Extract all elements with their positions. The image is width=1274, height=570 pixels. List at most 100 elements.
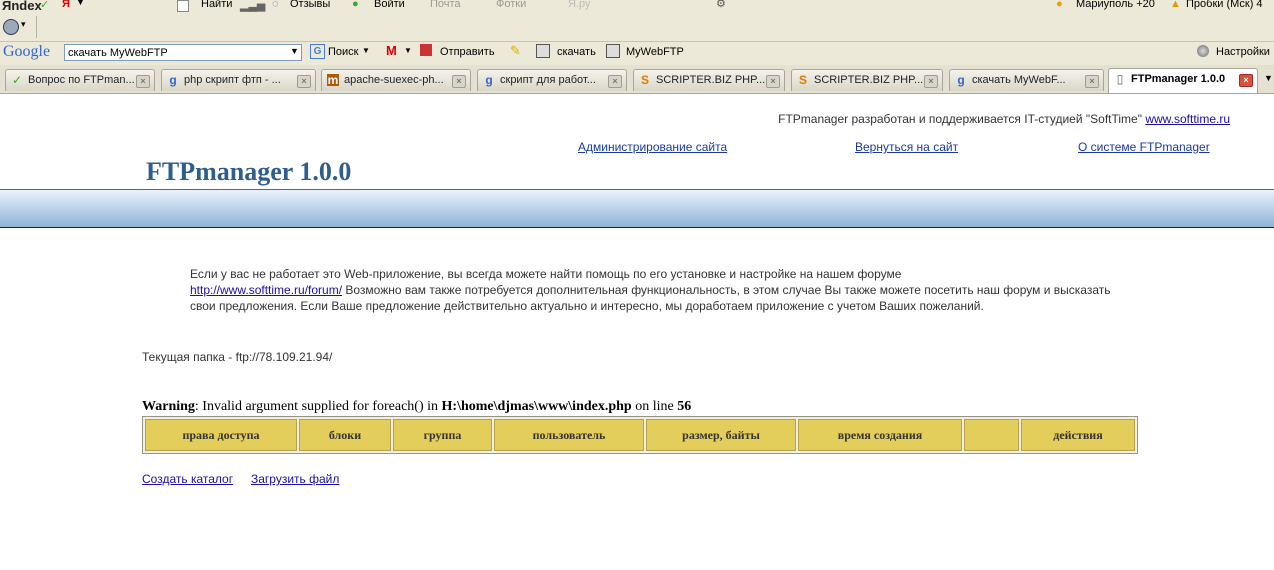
nav-about-link[interactable]: О системе FTPmanager: [1078, 140, 1210, 154]
signal-icon: ▂▃▅: [240, 0, 266, 12]
forum-link[interactable]: http://www.softtime.ru/forum/: [190, 283, 342, 297]
settings-icon: [1197, 45, 1209, 57]
scripter-icon: S: [640, 73, 649, 87]
word-find-button-2[interactable]: MyWebFTP: [626, 46, 684, 58]
chevron-down-icon[interactable]: ▼: [76, 0, 85, 7]
col-permissions: права доступа: [145, 419, 297, 451]
google-search-input[interactable]: [64, 44, 302, 61]
close-icon[interactable]: ×: [136, 75, 150, 88]
google-logo[interactable]: Google: [3, 43, 50, 61]
yaru-button[interactable]: Я.ру: [568, 0, 591, 10]
nav-back-link[interactable]: Вернуться на сайт: [855, 140, 958, 154]
warning-line: 56: [677, 399, 692, 414]
highlighter-icon[interactable]: ✎: [510, 43, 521, 59]
weather-widget[interactable]: Мариуполь +20: [1076, 0, 1155, 10]
col-group: группа: [393, 419, 492, 451]
google-search-button[interactable]: Поиск: [328, 46, 358, 58]
tab-php-ftp-script[interactable]: g php скрипт фтп - ... ×: [161, 69, 316, 91]
tab-label: SCRIPTER.BIZ PHP...: [814, 74, 924, 86]
tab-scripter-biz-2[interactable]: S SCRIPTER.BIZ PHP... ×: [791, 69, 943, 91]
tab-scripter-biz-1[interactable]: S SCRIPTER.BIZ PHP... ×: [633, 69, 785, 91]
word-find-button-1[interactable]: скачать: [557, 46, 596, 58]
check-icon: ✓: [40, 0, 50, 11]
google-g-icon: G: [310, 44, 325, 59]
traffic-widget[interactable]: Пробки (Мск) 4: [1186, 0, 1263, 10]
search-box[interactable]: [177, 0, 189, 12]
nav-admin-link[interactable]: Администрирование сайта: [578, 140, 727, 154]
warning-text1: : Invalid argument supplied for foreach(…: [194, 399, 442, 414]
tab-label: php скрипт фтп - ...: [184, 74, 281, 86]
gear-icon[interactable]: ⚙: [716, 0, 726, 10]
photos-button[interactable]: Фотки: [496, 0, 526, 10]
navigation-toolbar: ▾: [0, 13, 1274, 42]
tab-label: Вопрос по FTPman...: [28, 74, 135, 86]
chevron-down-icon[interactable]: ▼: [404, 46, 412, 55]
reviews-button[interactable]: Отзывы: [290, 0, 330, 10]
send-icon: [420, 44, 432, 56]
close-icon[interactable]: ×: [297, 75, 311, 88]
close-icon[interactable]: ×: [1239, 74, 1253, 87]
tab-ftpmanager-question[interactable]: ✓ Вопрос по FTPman... ×: [5, 69, 155, 91]
warning-text2: on line: [631, 399, 678, 414]
check-icon: ✓: [11, 73, 23, 87]
google-toolbar: Google ▼ G Поиск ▼ M ▼ Отправить ✎ скача…: [0, 42, 1274, 65]
table-header-row: права доступа блоки группа пользователь …: [145, 419, 1135, 451]
page-title: FTPmanager 1.0.0: [146, 157, 352, 186]
tab-script-for-work[interactable]: g скрипт для работ... ×: [477, 69, 627, 91]
tab-ftpmanager-active[interactable]: ▯ FTPmanager 1.0.0 ×: [1108, 68, 1258, 93]
mail-button[interactable]: Почта: [430, 0, 461, 10]
find-button[interactable]: Найти: [201, 0, 232, 10]
col-blocks: блоки: [299, 419, 391, 451]
close-icon[interactable]: ×: [608, 75, 622, 88]
close-icon[interactable]: ×: [1085, 75, 1099, 88]
tab-apache-suexec[interactable]: m apache-suexec-ph... ×: [321, 69, 471, 91]
scripter-icon: S: [798, 73, 807, 87]
yandex-toolbar: Яndex ✓ Я ▼ Найти ▂▃▅ ◌ Отзывы ● Войти П…: [0, 0, 1274, 13]
tab-label: FTPmanager 1.0.0: [1131, 73, 1226, 85]
intro-text: Если у вас не работает это Web-приложени…: [190, 266, 1130, 314]
create-dir-link[interactable]: Создать каталог: [142, 472, 233, 486]
col-actions: действия: [1021, 419, 1135, 451]
tab-download-mywebftp[interactable]: g скачать MyWebF... ×: [949, 69, 1104, 91]
credit-text: FTPmanager разработан и поддерживается I…: [778, 112, 1142, 126]
page-content: FTPmanager разработан и поддерживается I…: [0, 95, 1274, 570]
page-icon: ▯: [1116, 72, 1124, 86]
warning-path: H:\home\djmas\www\index.php: [441, 399, 632, 414]
col-user: пользователь: [494, 419, 644, 451]
gmail-icon[interactable]: M: [386, 43, 397, 58]
chevron-down-icon[interactable]: ▼: [290, 46, 299, 56]
tab-label: скрипт для работ...: [500, 74, 596, 86]
yandex-logo[interactable]: Яndex: [2, 0, 42, 13]
intro-part1: Если у вас не работает это Web-приложени…: [190, 267, 902, 281]
google-g-icon: g: [957, 73, 965, 87]
col-size: размер, байты: [646, 419, 796, 451]
file-table: права доступа блоки группа пользователь …: [142, 416, 1138, 454]
tab-label: SCRIPTER.BIZ PHP...: [656, 74, 766, 86]
send-button[interactable]: Отправить: [440, 46, 495, 58]
close-icon[interactable]: ×: [766, 75, 780, 88]
speech-icon: ◌: [272, 0, 279, 10]
close-icon[interactable]: ×: [452, 75, 466, 88]
settings-button[interactable]: Настройки: [1216, 46, 1270, 58]
credit-line: FTPmanager разработан и поддерживается I…: [778, 112, 1230, 126]
tab-strip: ✓ Вопрос по FTPman... × g php скрипт фтп…: [0, 65, 1274, 94]
php-warning: Warning: Invalid argument supplied for f…: [142, 399, 691, 415]
google-g-icon: g: [485, 73, 493, 87]
col-created: время создания: [798, 419, 962, 451]
login-button[interactable]: Войти: [374, 0, 405, 10]
toolbar-divider: [36, 16, 37, 38]
site-icon: m: [327, 73, 339, 87]
yandex-y-icon[interactable]: Я: [62, 0, 70, 10]
upload-file-link[interactable]: Загрузить файл: [251, 472, 339, 486]
tab-label: скачать MyWebF...: [972, 74, 1066, 86]
chevron-down-icon[interactable]: ▼: [362, 46, 370, 55]
softtime-link[interactable]: www.softtime.ru: [1145, 112, 1230, 126]
warning-label: Warning: [142, 399, 195, 414]
find-word-icon: [536, 44, 550, 58]
col-empty: [964, 419, 1019, 451]
chevron-down-icon[interactable]: ▾: [21, 19, 26, 30]
close-icon[interactable]: ×: [924, 75, 938, 88]
tab-list-chevron-icon[interactable]: ▼: [1264, 73, 1273, 83]
traffic-icon: ▲: [1170, 0, 1181, 10]
opera-icon[interactable]: [3, 19, 19, 35]
